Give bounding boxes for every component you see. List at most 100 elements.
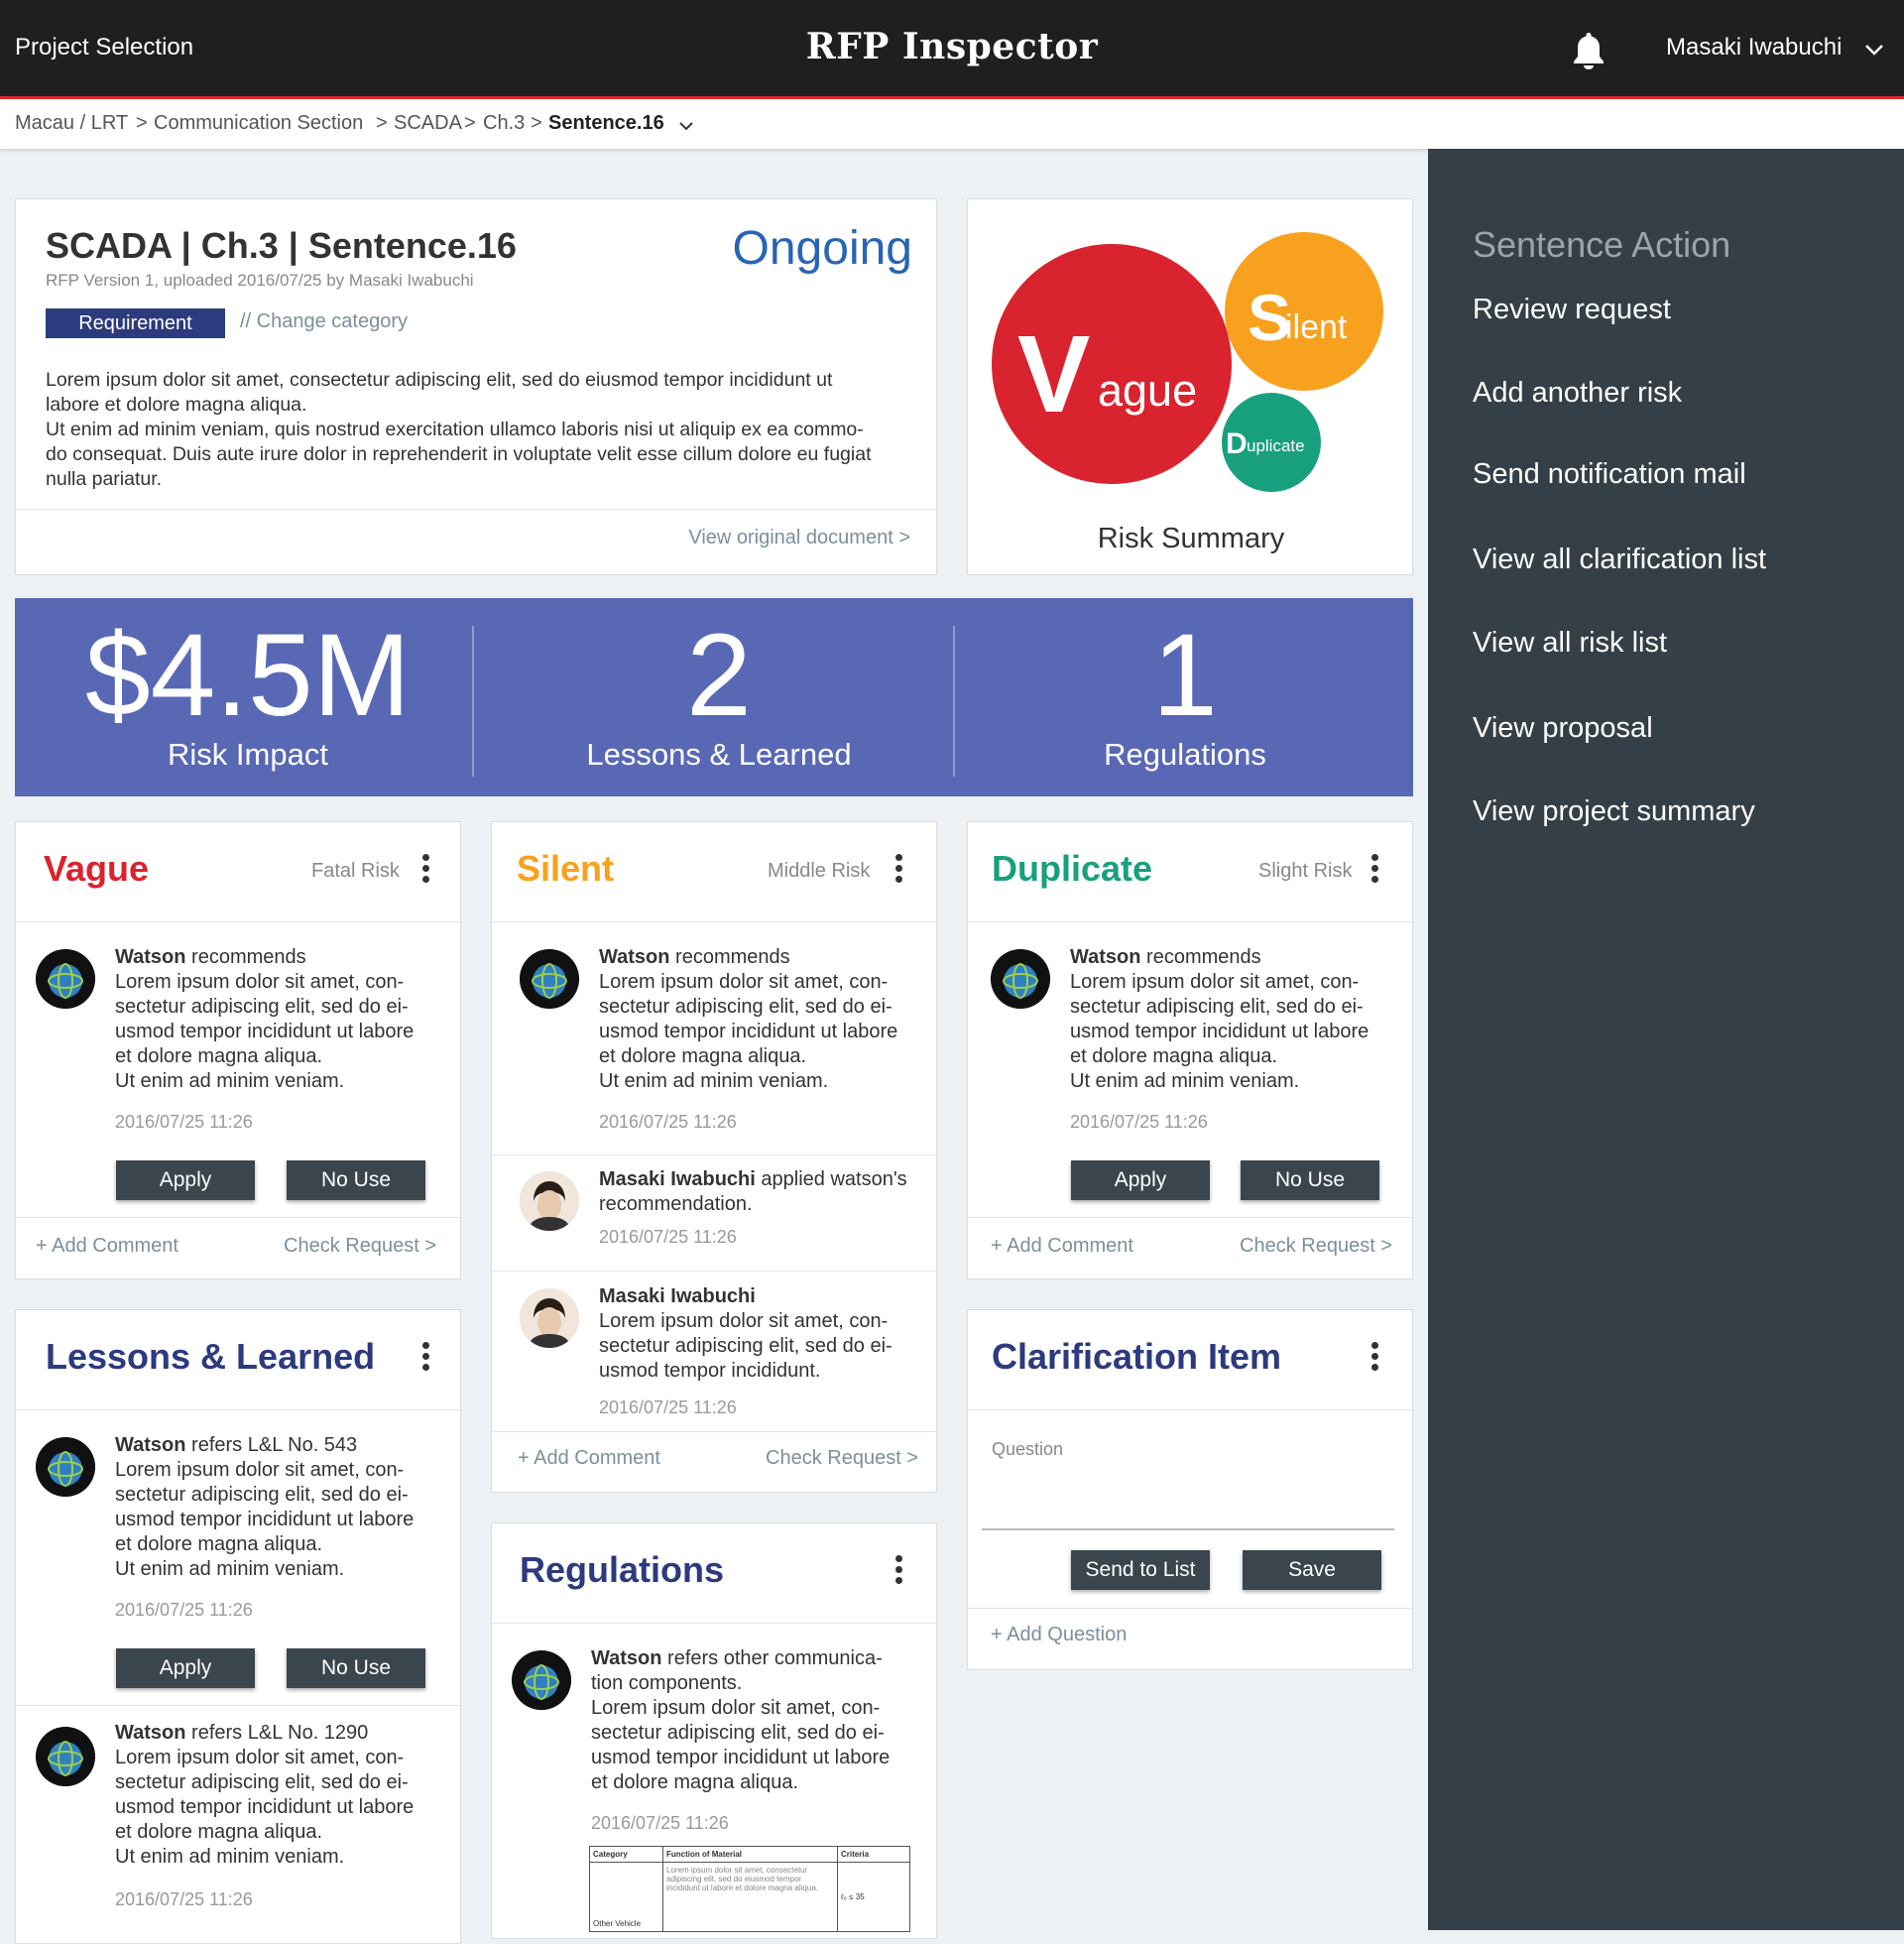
regulations-card: Regulations Watson refers other communic… (491, 1522, 937, 1939)
text-line: usmod tempor incididunt ut labore (115, 1796, 415, 1818)
sentence-title: SCADA | Ch.3 | Sentence.16 (46, 225, 517, 266)
category-badge: Requirement (46, 308, 225, 338)
text-line: Lorem ipsum dolor sit amet, con- (115, 971, 405, 993)
no-use-button[interactable]: No Use (1241, 1160, 1379, 1200)
chevron-down-icon[interactable] (1864, 40, 1884, 60)
no-use-button[interactable]: No Use (287, 1648, 425, 1688)
more-options-icon[interactable] (1369, 1342, 1379, 1372)
check-request-link[interactable]: Check Request > (766, 1447, 918, 1470)
save-button[interactable]: Save (1243, 1550, 1381, 1590)
chevron-down-icon[interactable] (677, 117, 695, 135)
divider (16, 1705, 460, 1706)
more-options-icon[interactable] (893, 1555, 903, 1585)
check-request-link[interactable]: Check Request > (284, 1235, 436, 1258)
table-cell: Lorem ipsum dolor sit amet, consectetur … (662, 1862, 838, 1932)
more-options-icon[interactable] (420, 854, 430, 884)
divider (492, 1271, 936, 1272)
card-title: Clarification Item (992, 1336, 1282, 1377)
applied-activity-text: Masaki Iwabuchi applied watson's recomme… (599, 1167, 907, 1217)
divider (968, 1217, 1412, 1218)
user-menu[interactable]: Masaki Iwabuchi (1666, 34, 1842, 61)
apply-button[interactable]: Apply (116, 1160, 255, 1200)
add-comment-link[interactable]: + Add Comment (518, 1447, 660, 1470)
send-to-list-button[interactable]: Send to List (1071, 1550, 1210, 1590)
stat-lessons: 2 Lessons & Learned (481, 598, 957, 796)
sentence-body: Lorem ipsum dolor sit amet, consectetur … (46, 368, 918, 492)
text-line: tion components. (591, 1672, 743, 1694)
change-category-link[interactable]: // Change category (240, 310, 408, 333)
duplicate-initial: D (1226, 427, 1248, 460)
sidebar-item-review-request[interactable]: Review request (1473, 294, 1671, 326)
body-line: labore et dolore magna aliqua. (46, 394, 307, 416)
text-line: Ut enim ad minim veniam. (115, 1070, 345, 1092)
sidebar-item-view-proposal[interactable]: View proposal (1473, 712, 1653, 745)
text-line: sectetur adipiscing elit, sed do ei- (591, 1722, 885, 1744)
bell-icon[interactable] (1571, 30, 1606, 69)
text-line: et dolore magna aliqua. (1070, 1045, 1278, 1067)
card-title: Lessons & Learned (46, 1336, 376, 1377)
text-line: Lorem ipsum dolor sit amet, con- (115, 1459, 405, 1481)
divider (968, 1608, 1412, 1609)
sentence-subtitle: RFP Version 1, uploaded 2016/07/25 by Ma… (46, 271, 474, 290)
text-line: Ut enim ad minim veniam. (1070, 1070, 1300, 1092)
no-use-button[interactable]: No Use (287, 1160, 425, 1200)
text-line: Lorem ipsum dolor sit amet, con- (591, 1697, 881, 1719)
text-line: sectetur adipiscing elit, sed do ei- (115, 996, 409, 1018)
author-name: Watson (115, 946, 186, 968)
timestamp: 2016/07/25 11:26 (599, 1112, 737, 1132)
apply-button[interactable]: Apply (116, 1648, 255, 1688)
divider (968, 1409, 1412, 1410)
sentence-action-sidebar: Sentence Action Review request Add anoth… (1428, 149, 1904, 1930)
watson-avatar-icon (520, 949, 579, 1009)
watson-avatar-icon (36, 1727, 95, 1786)
more-options-icon[interactable] (420, 1342, 430, 1372)
vague-rest: ague (1098, 365, 1197, 416)
sidebar-item-clarification-list[interactable]: View all clarification list (1473, 544, 1766, 576)
card-title: Vague (44, 848, 150, 889)
timestamp: 2016/07/25 11:26 (599, 1397, 737, 1417)
action-text: refers L&L No. 1290 (191, 1722, 369, 1744)
text-line: sectetur adipiscing elit, sed do ei- (115, 1484, 409, 1506)
silent-rest: ilent (1285, 308, 1348, 346)
risk-summary-card: V ague S ilent D uplicate Risk Summary (967, 198, 1413, 575)
sidebar-item-add-risk[interactable]: Add another risk (1473, 377, 1682, 410)
add-comment-link[interactable]: + Add Comment (991, 1235, 1133, 1258)
top-bar: Project Selection RFP Inspector Masaki I… (0, 0, 1904, 99)
risk-level: Slight Risk (1258, 860, 1353, 882)
sidebar-item-risk-list[interactable]: View all risk list (1473, 627, 1667, 660)
divider (16, 921, 460, 922)
body-line: do consequat. Duis aute irure dolor in r… (46, 443, 872, 465)
breadcrumb-separator: > (464, 112, 476, 134)
breadcrumb-item-project[interactable]: Macau / LRT (15, 112, 128, 135)
question-underline (982, 1528, 1394, 1530)
more-options-icon[interactable] (893, 854, 903, 884)
sidebar-item-send-mail[interactable]: Send notification mail (1473, 458, 1746, 491)
sidebar-item-project-summary[interactable]: View project summary (1473, 795, 1755, 828)
action-text: applied watson's (755, 1168, 907, 1190)
divider (953, 626, 955, 777)
check-request-link[interactable]: Check Request > (1240, 1235, 1392, 1258)
divider (492, 921, 936, 922)
view-original-link[interactable]: View original document > (688, 527, 910, 549)
add-question-link[interactable]: + Add Question (991, 1624, 1127, 1646)
card-title: Silent (517, 848, 615, 889)
stat-label: Regulations (1104, 737, 1266, 772)
breadcrumb-item-section[interactable]: Communication Section (154, 112, 363, 135)
action-text: refers L&L No. 543 (191, 1434, 358, 1456)
text-line: et dolore magna aliqua. (599, 1045, 807, 1067)
apply-button[interactable]: Apply (1071, 1160, 1210, 1200)
breadcrumb-item-chapter[interactable]: Ch.3 (483, 112, 525, 135)
watson-recommend-text: Watson recommends Lorem ipsum dolor sit … (599, 945, 897, 1094)
table-header: Category (589, 1846, 663, 1863)
body-line: Lorem ipsum dolor sit amet, consectetur … (46, 369, 833, 391)
silent-risk-card: Silent Middle Risk Watson recommends Lor… (491, 821, 937, 1493)
text-line: Ut enim ad minim veniam. (115, 1846, 345, 1868)
question-input[interactable] (982, 1459, 1394, 1528)
add-comment-link[interactable]: + Add Comment (36, 1235, 178, 1258)
breadcrumb-item-scada[interactable]: SCADA (394, 112, 462, 135)
author-name: Watson (599, 946, 670, 968)
stat-value: 2 (686, 610, 752, 741)
text-line: usmod tempor incididunt ut labore (599, 1021, 898, 1042)
more-options-icon[interactable] (1369, 854, 1379, 884)
project-selection-link[interactable]: Project Selection (15, 34, 193, 61)
